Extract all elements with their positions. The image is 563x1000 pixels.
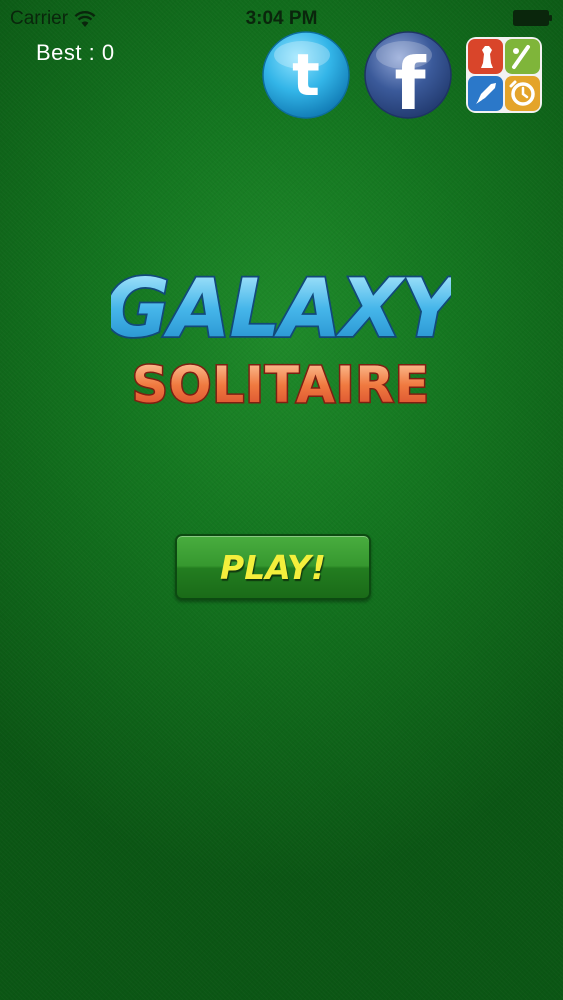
clock: 3:04 PM [245,8,318,29]
game-center-icon [466,37,542,113]
game-logo-graphic: GALAXY SOLITAIRE [111,260,451,415]
play-button[interactable]: PLAY! [175,534,371,600]
logo-galaxy-text: GALAXY [111,262,451,355]
game-center-button[interactable] [465,36,543,114]
facebook-icon: f [364,31,452,119]
twitter-button[interactable]: t [262,31,350,119]
facebook-button[interactable]: f [364,31,452,119]
logo-solitaire-text: SOLITAIRE [132,356,430,414]
twitter-icon: t [262,31,350,119]
play-label: PLAY! [220,547,326,587]
twitter-letter: t [292,41,320,109]
game-logo: GALAXY SOLITAIRE [111,248,451,418]
facebook-letter: f [394,42,426,119]
best-score: Best : 0 [36,40,115,65]
battery-icon [513,10,552,26]
